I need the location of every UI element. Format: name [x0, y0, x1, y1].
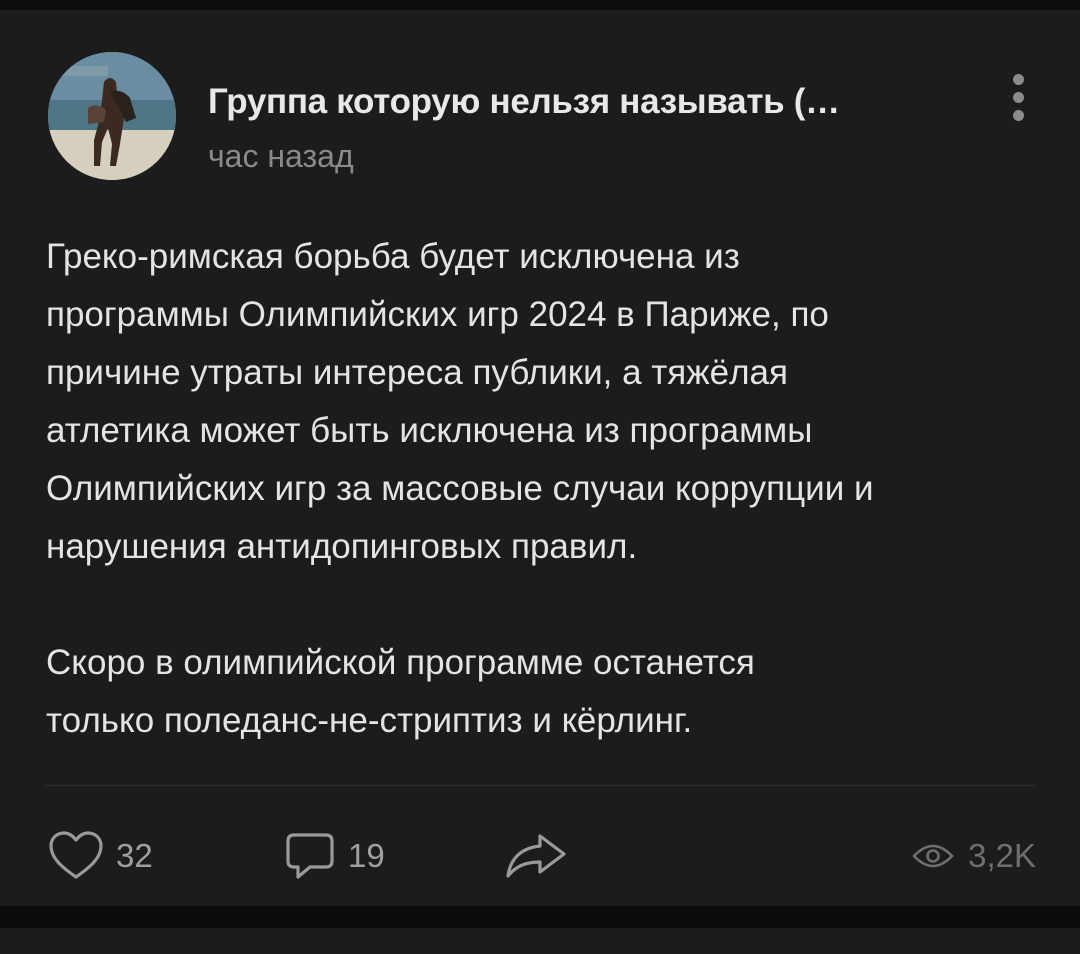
eye-icon — [912, 844, 954, 868]
like-button[interactable]: 32 — [48, 828, 153, 884]
text-line: Греко-римская борьба будет исключена из — [46, 237, 740, 276]
comment-count: 19 — [348, 837, 385, 874]
post-paragraph: Греко-римская борьба будет исключена из … — [46, 228, 1046, 576]
post-paragraph: Скоро в олимпийской программе останется … — [46, 634, 1046, 750]
share-button[interactable] — [504, 828, 568, 884]
text-line: только поледанс-не-стриптиз и кёрлинг. — [46, 701, 693, 740]
post-text: Греко-римская борьба будет исключена из … — [46, 228, 1046, 750]
menu-dot — [1013, 92, 1024, 103]
text-line: причине утраты интереса публики, а тяжёл… — [46, 353, 788, 392]
text-line: Скоро в олимпийской программе останется — [46, 643, 755, 682]
group-avatar[interactable] — [48, 52, 176, 180]
post-timestamp: час назад — [208, 138, 354, 174]
top-strip — [0, 0, 1080, 10]
text-line: нарушения антидопинговых правил. — [46, 527, 638, 566]
view-count: 3,2K — [968, 837, 1036, 874]
comment-bubble-icon — [286, 833, 334, 879]
text-line: Олимпийских игр за массовые случаи корру… — [46, 469, 874, 508]
group-name[interactable]: Группа которую нельзя называть (… — [208, 82, 840, 122]
heart-icon — [49, 831, 103, 879]
share-arrow-icon — [506, 834, 566, 878]
menu-dot — [1013, 74, 1024, 85]
post-card: Группа которую нельзя называть (… час на… — [0, 10, 1080, 906]
feed-separator — [0, 906, 1080, 928]
text-line: атлетика может быть исключена из програм… — [46, 411, 813, 450]
comment-button[interactable]: 19 — [284, 828, 385, 884]
divider — [44, 785, 1036, 786]
text-line: программы Олимпийских игр 2024 в Париже,… — [46, 295, 829, 334]
next-post-edge — [0, 928, 1080, 954]
more-vertical-icon[interactable] — [1002, 70, 1036, 126]
menu-dot — [1013, 110, 1024, 121]
like-count: 32 — [116, 837, 153, 874]
views-counter: 3,2K — [912, 828, 1036, 884]
